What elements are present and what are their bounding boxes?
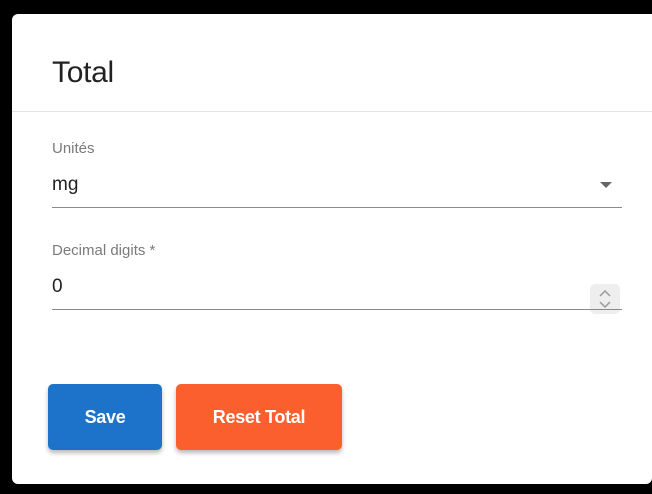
units-label: Unités [52,140,95,157]
decimal-digits-field[interactable]: Decimal digits * 0 [52,242,622,314]
reset-total-button[interactable]: Reset Total [176,384,342,450]
card-title: Total [52,56,114,89]
card-header: Total [12,14,652,112]
units-underline [52,207,622,208]
dropdown-arrow-icon[interactable] [600,182,612,188]
units-select[interactable]: Unités mg [52,140,622,210]
units-value[interactable]: mg [52,172,78,198]
decimal-digits-input[interactable]: 0 [52,274,63,300]
total-settings-card: Total Unités mg Decimal digits * 0 Save … [12,14,652,484]
decimal-digits-underline [52,309,622,310]
save-button[interactable]: Save [48,384,162,450]
decimal-digits-label: Decimal digits * [52,242,156,259]
